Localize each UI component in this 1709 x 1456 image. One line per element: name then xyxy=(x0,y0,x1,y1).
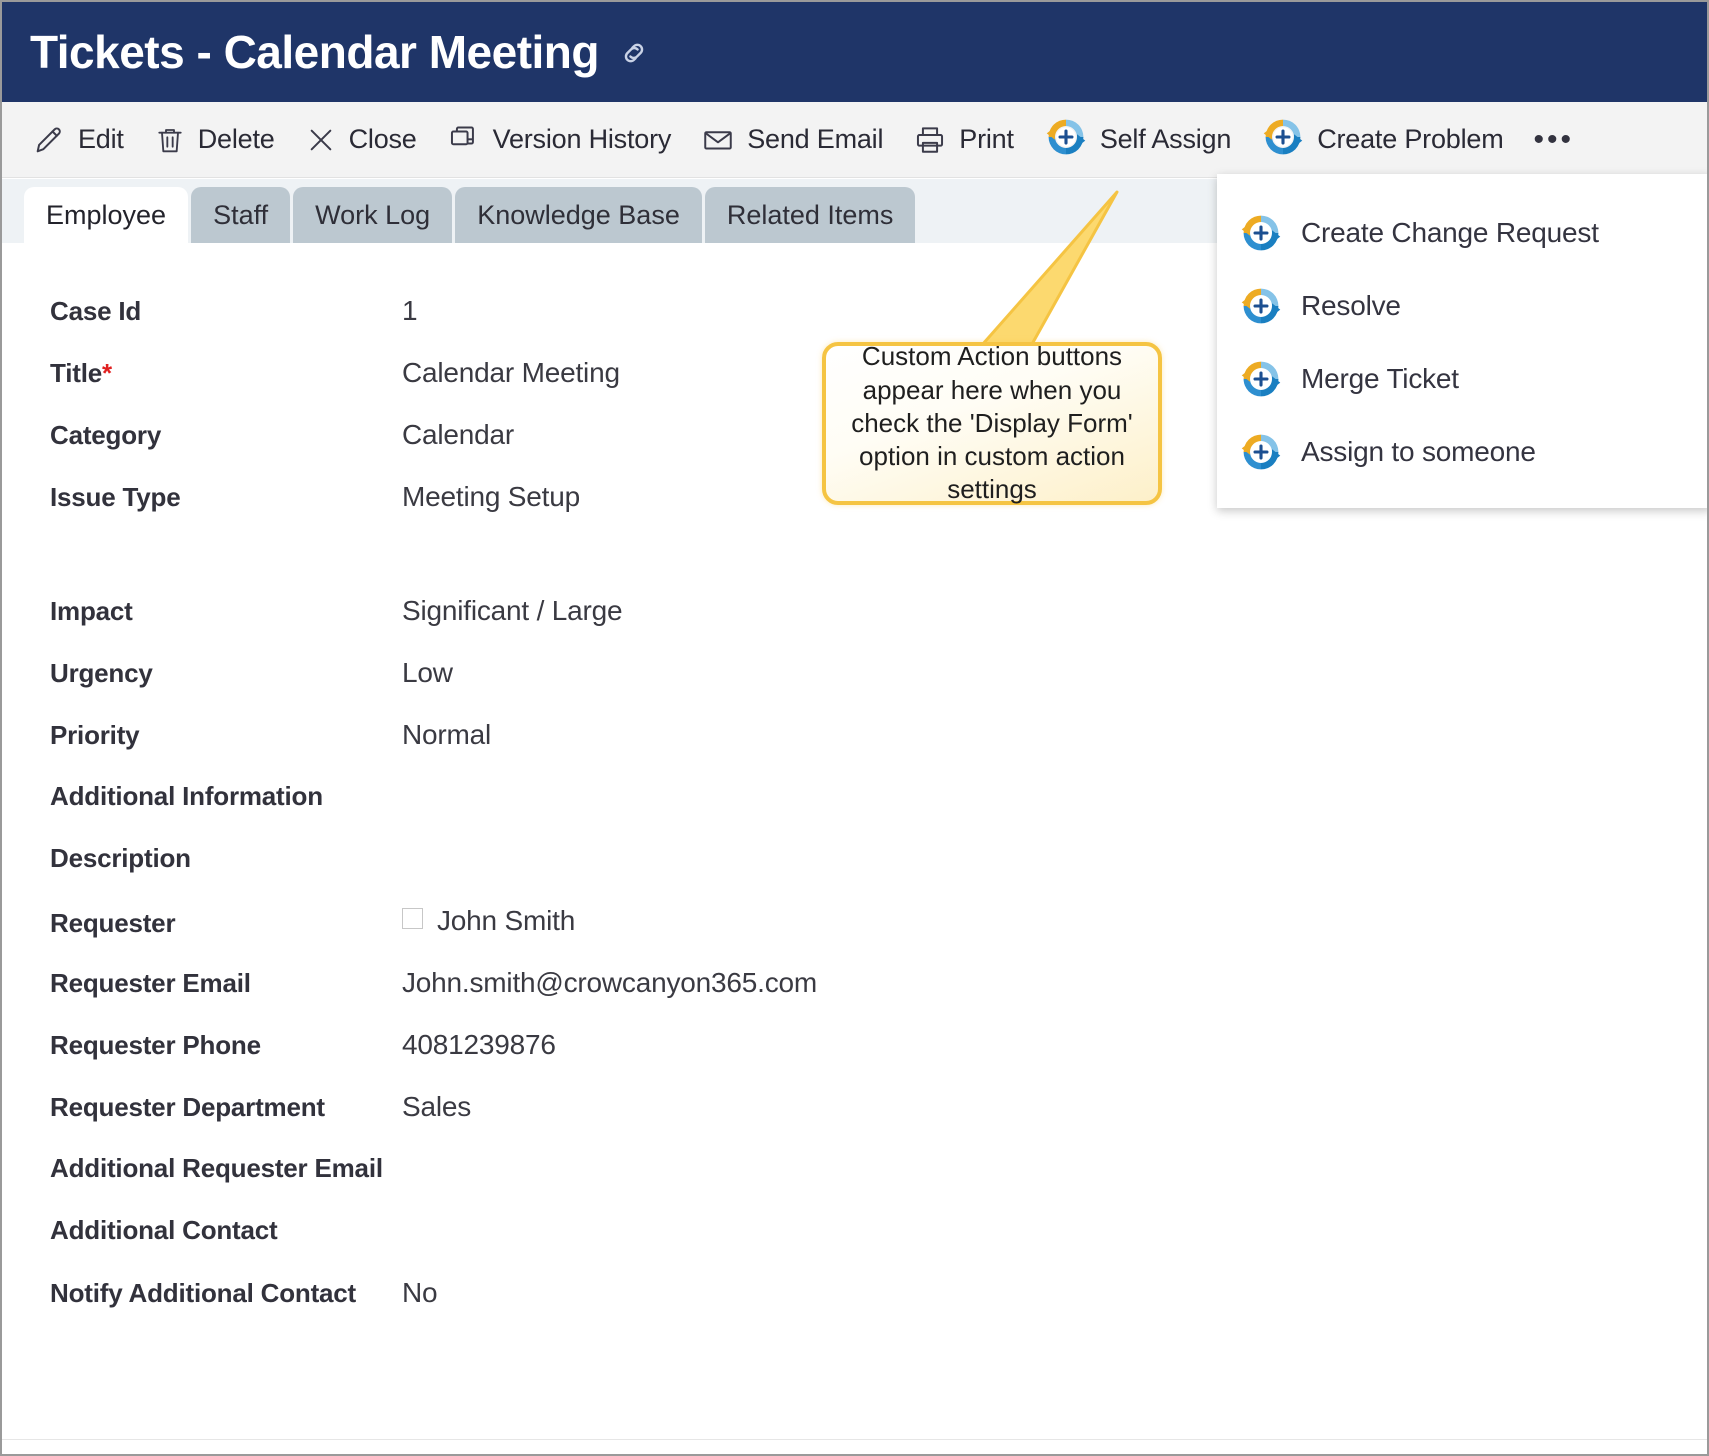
field-label: Category xyxy=(50,420,162,450)
form-bottom-divider xyxy=(2,1439,1707,1440)
custom-action-icon xyxy=(1239,430,1283,474)
tab-employee[interactable]: Employee xyxy=(24,187,189,243)
menu-item-label: Merge Ticket xyxy=(1301,362,1459,394)
tab-work-log[interactable]: Work Log xyxy=(293,187,453,243)
command-toolbar: Edit Delete Close Version History Send E… xyxy=(2,102,1707,178)
form-row-description: Description xyxy=(2,843,1707,905)
field-value: John.smith@crowcanyon365.com xyxy=(402,967,818,998)
field-label: Issue Type xyxy=(50,482,181,512)
custom-action-icon xyxy=(1239,357,1283,401)
menu-item-label: Resolve xyxy=(1301,289,1401,321)
field-label: Impact xyxy=(50,596,133,626)
print-button[interactable]: Print xyxy=(913,123,1014,157)
pencil-icon xyxy=(32,123,66,157)
create-problem-button[interactable]: Create Problem xyxy=(1261,115,1504,164)
form-row-additional-requester-email: Additional Requester Email xyxy=(2,1153,1707,1215)
field-value: John Smith xyxy=(402,905,575,937)
menu-item-merge-ticket[interactable]: Merge Ticket xyxy=(1217,342,1707,415)
window-title-bar: Tickets - Calendar Meeting xyxy=(2,2,1707,102)
field-value: Calendar Meeting xyxy=(402,357,620,388)
field-label: Urgency xyxy=(50,658,153,688)
link-icon[interactable] xyxy=(617,36,651,70)
self-assign-button[interactable]: Self Assign xyxy=(1044,115,1231,164)
field-label: Requester Email xyxy=(50,968,251,998)
field-value: Calendar xyxy=(402,419,515,450)
custom-action-icon xyxy=(1239,284,1283,328)
more-commands-button[interactable]: ••• xyxy=(1525,119,1582,161)
version-history-icon xyxy=(447,123,481,157)
form-row-impact: Impact Significant / Large xyxy=(2,595,1707,657)
tab-label: Related Items xyxy=(726,199,894,230)
form-row-requester: Requester John Smith xyxy=(2,905,1707,967)
form-row-priority: Priority Normal xyxy=(2,719,1707,781)
print-label: Print xyxy=(959,124,1014,154)
form-row-additional-contact: Additional Contact xyxy=(2,1215,1707,1277)
field-label: Requester Department xyxy=(50,1092,325,1122)
tab-knowledge-base[interactable]: Knowledge Base xyxy=(455,187,702,243)
menu-item-resolve[interactable]: Resolve xyxy=(1217,269,1707,342)
trash-icon xyxy=(154,123,186,157)
field-label: Requester xyxy=(50,907,176,938)
field-label: Requester Phone xyxy=(50,1030,261,1060)
custom-action-icon xyxy=(1239,211,1283,255)
field-value: 4081239876 xyxy=(402,1029,556,1060)
form-row-requester-department: Requester Department Sales xyxy=(2,1091,1707,1153)
field-value: Low xyxy=(402,657,453,688)
create-problem-label: Create Problem xyxy=(1317,124,1504,154)
menu-item-label: Assign to someone xyxy=(1301,435,1536,467)
custom-action-icon xyxy=(1261,115,1305,164)
version-history-button[interactable]: Version History xyxy=(447,123,672,157)
form-row-urgency: Urgency Low xyxy=(2,657,1707,719)
menu-item-create-change-request[interactable]: Create Change Request xyxy=(1217,196,1707,269)
edit-button[interactable]: Edit xyxy=(32,123,124,157)
tab-label: Work Log xyxy=(315,199,431,230)
field-label: Description xyxy=(50,843,191,873)
close-label: Close xyxy=(348,124,417,154)
field-label: Additional Requester Email xyxy=(50,1153,383,1183)
version-history-label: Version History xyxy=(492,124,672,154)
field-label: Case Id xyxy=(50,296,142,326)
delete-button[interactable]: Delete xyxy=(154,123,275,157)
menu-item-assign-to-someone[interactable]: Assign to someone xyxy=(1217,415,1707,488)
custom-actions-dropdown: Create Change Request Resolve Merge Tick… xyxy=(1217,174,1707,508)
field-label: Title* xyxy=(2,358,402,389)
tab-label: Employee xyxy=(46,199,167,230)
send-email-label: Send Email xyxy=(747,124,884,154)
menu-item-label: Create Change Request xyxy=(1301,216,1599,248)
form-row-requester-phone: Requester Phone 4081239876 xyxy=(2,1029,1707,1091)
field-value: Significant / Large xyxy=(402,595,623,626)
field-value: Normal xyxy=(402,719,492,750)
field-label: Additional Contact xyxy=(50,1215,278,1245)
tab-label: Staff xyxy=(213,199,269,230)
form-row-requester-email: Requester Email John.smith@crowcanyon365… xyxy=(2,967,1707,1029)
page-title: Tickets - Calendar Meeting xyxy=(30,26,600,78)
ticket-display-form-window: Tickets - Calendar Meeting Edit Delete C… xyxy=(0,0,1709,1456)
tab-staff[interactable]: Staff xyxy=(191,187,291,243)
form-row-additional-information: Additional Information xyxy=(2,781,1707,843)
field-value: 1 xyxy=(402,295,418,326)
self-assign-label: Self Assign xyxy=(1099,124,1232,154)
envelope-icon xyxy=(701,123,735,157)
form-row-notify-additional-contact: Notify Additional Contact No xyxy=(2,1277,1707,1339)
requester-name: John Smith xyxy=(437,905,576,936)
custom-action-icon xyxy=(1044,115,1088,164)
field-value: Sales xyxy=(402,1091,472,1122)
edit-label: Edit xyxy=(78,124,124,154)
field-label-text: Title xyxy=(50,358,102,388)
requester-checkbox[interactable] xyxy=(402,907,423,929)
printer-icon xyxy=(913,123,947,157)
tab-related-items[interactable]: Related Items xyxy=(704,187,916,243)
field-value: No xyxy=(402,1277,438,1308)
required-asterisk: * xyxy=(101,358,112,388)
field-label: Notify Additional Contact xyxy=(50,1278,357,1308)
send-email-button[interactable]: Send Email xyxy=(701,123,883,157)
tab-label: Knowledge Base xyxy=(477,199,680,230)
field-label: Additional Information xyxy=(50,781,323,811)
close-x-icon xyxy=(305,124,337,156)
field-label: Priority xyxy=(50,720,140,750)
delete-label: Delete xyxy=(197,124,275,154)
close-button[interactable]: Close xyxy=(305,124,417,156)
field-value: Meeting Setup xyxy=(402,481,580,512)
